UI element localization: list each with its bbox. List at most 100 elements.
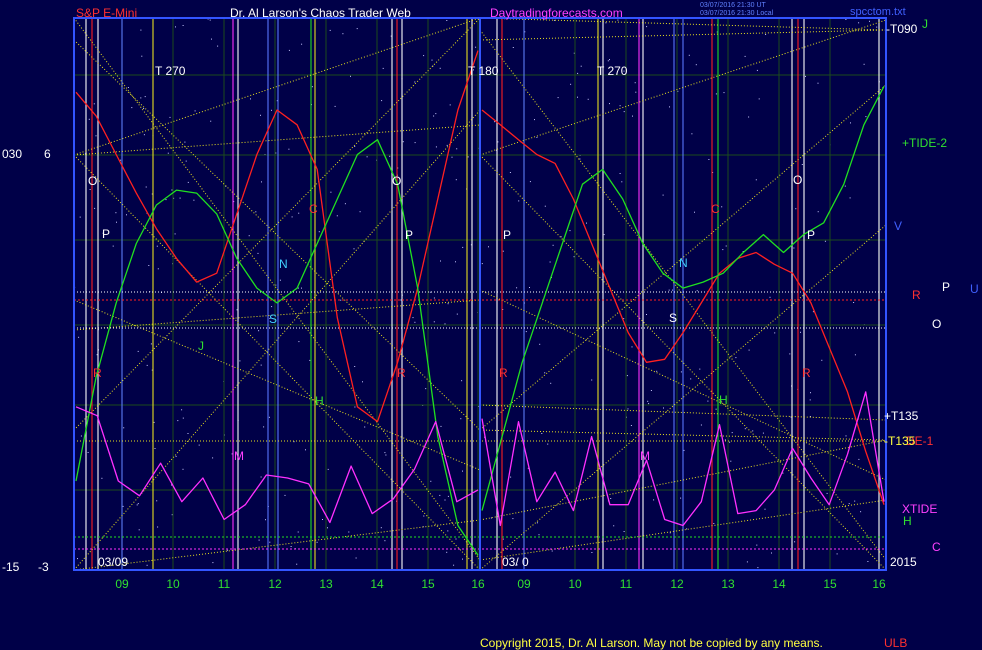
star-dot xyxy=(869,20,870,22)
star-dot xyxy=(700,424,702,426)
right-date: 03/ 0 xyxy=(502,555,529,569)
marker-n-1: N xyxy=(279,257,288,271)
footer-copyright: Copyright 2015, Dr. Al Larson. May not b… xyxy=(480,636,823,650)
star-dot xyxy=(725,245,727,247)
star-dot xyxy=(296,563,298,565)
star-dot xyxy=(146,564,148,566)
star-dot xyxy=(116,221,117,223)
x-tick-label: 13 xyxy=(721,577,735,591)
star-dot xyxy=(239,360,241,362)
star-dot xyxy=(854,500,856,502)
star-dot xyxy=(824,240,826,242)
star-dot xyxy=(316,541,318,543)
star-dot xyxy=(801,164,803,165)
star-dot xyxy=(384,540,386,542)
star-dot xyxy=(140,97,142,99)
star-dot xyxy=(455,538,457,540)
star-dot xyxy=(271,306,273,308)
star-dot xyxy=(752,430,754,432)
star-dot xyxy=(298,212,300,214)
star-dot xyxy=(353,248,355,250)
star-dot xyxy=(261,181,262,183)
star-dot xyxy=(265,519,266,521)
star-dot xyxy=(663,407,664,409)
star-dot xyxy=(723,92,725,94)
label-h: H xyxy=(903,514,912,528)
star-dot xyxy=(433,321,435,323)
star-dot xyxy=(481,263,483,265)
star-dot xyxy=(423,515,425,517)
star-dot xyxy=(547,443,549,445)
star-dot xyxy=(630,425,632,426)
star-dot xyxy=(536,136,538,138)
star-dot xyxy=(853,302,855,303)
star-dot xyxy=(863,63,865,65)
star-dot xyxy=(609,103,610,105)
star-dot xyxy=(440,260,441,262)
x-axis-labels: 09 10 11 12 13 14 15 16 09 10 11 12 13 14 15 16 xyxy=(115,577,886,591)
star-dot xyxy=(800,331,801,333)
star-dot xyxy=(348,531,350,533)
star-dot xyxy=(794,541,796,543)
star-dot xyxy=(350,75,351,77)
star-dot xyxy=(182,417,184,419)
star-dot xyxy=(509,172,511,173)
star-dot xyxy=(305,449,306,451)
label-o: O xyxy=(932,317,941,331)
star-dot xyxy=(193,199,195,201)
star-dot xyxy=(93,103,95,105)
star-dot xyxy=(844,185,846,187)
star-dot xyxy=(440,425,442,427)
star-dot xyxy=(510,476,512,478)
star-dot xyxy=(181,409,183,411)
star-dot xyxy=(322,519,323,520)
star-dot xyxy=(848,503,850,505)
star-dot xyxy=(502,250,504,252)
label-r: R xyxy=(912,288,921,302)
star-dot xyxy=(187,433,189,434)
star-dot xyxy=(774,332,776,334)
header-stamp-1: 03/07/2016 21:30 UT xyxy=(700,2,766,9)
star-dot xyxy=(756,544,758,546)
star-dot xyxy=(560,236,562,238)
star-dot xyxy=(744,428,746,430)
header-stamp-2: 03/07/2016 21:30 Local xyxy=(700,10,774,17)
star-dot xyxy=(446,20,448,21)
star-dot xyxy=(362,381,363,383)
star-dot xyxy=(138,529,140,531)
star-dot xyxy=(94,207,96,209)
star-dot xyxy=(298,341,300,343)
star-dot xyxy=(115,212,117,214)
x-tick-label: 14 xyxy=(772,577,786,591)
diagonal-line xyxy=(73,519,481,571)
marker-h-1: H xyxy=(315,394,324,408)
x-tick-label: 16 xyxy=(471,577,485,591)
star-dot xyxy=(790,416,792,418)
star-dot xyxy=(444,323,446,325)
star-dot xyxy=(876,26,878,28)
star-dot xyxy=(724,439,726,441)
star-dot xyxy=(580,65,582,67)
star-dot xyxy=(366,156,368,158)
star-dot xyxy=(288,148,290,150)
header-site[interactable]: Daytradingforecasts.com xyxy=(490,6,623,20)
diagonal-line xyxy=(73,124,481,156)
star-dot xyxy=(171,189,173,191)
star-dot xyxy=(179,197,181,199)
star-dot xyxy=(150,343,152,345)
marker-c-1: C xyxy=(309,202,318,216)
star-dot xyxy=(713,523,715,524)
star-dot xyxy=(746,561,748,563)
star-dot xyxy=(455,179,457,181)
star-dot xyxy=(672,289,673,291)
star-dot xyxy=(688,54,690,56)
star-dot xyxy=(490,517,492,519)
star-dot xyxy=(650,390,652,391)
chaos-chart: 09 10 11 12 13 14 15 16 09 10 11 12 13 14 15 16 S&P E-M… xyxy=(2,2,979,650)
star-dot xyxy=(849,197,851,199)
star-dot xyxy=(355,557,357,559)
star-dot xyxy=(735,357,737,359)
star-dot xyxy=(748,349,750,351)
star-dot xyxy=(446,551,448,553)
star-dot xyxy=(516,287,518,289)
